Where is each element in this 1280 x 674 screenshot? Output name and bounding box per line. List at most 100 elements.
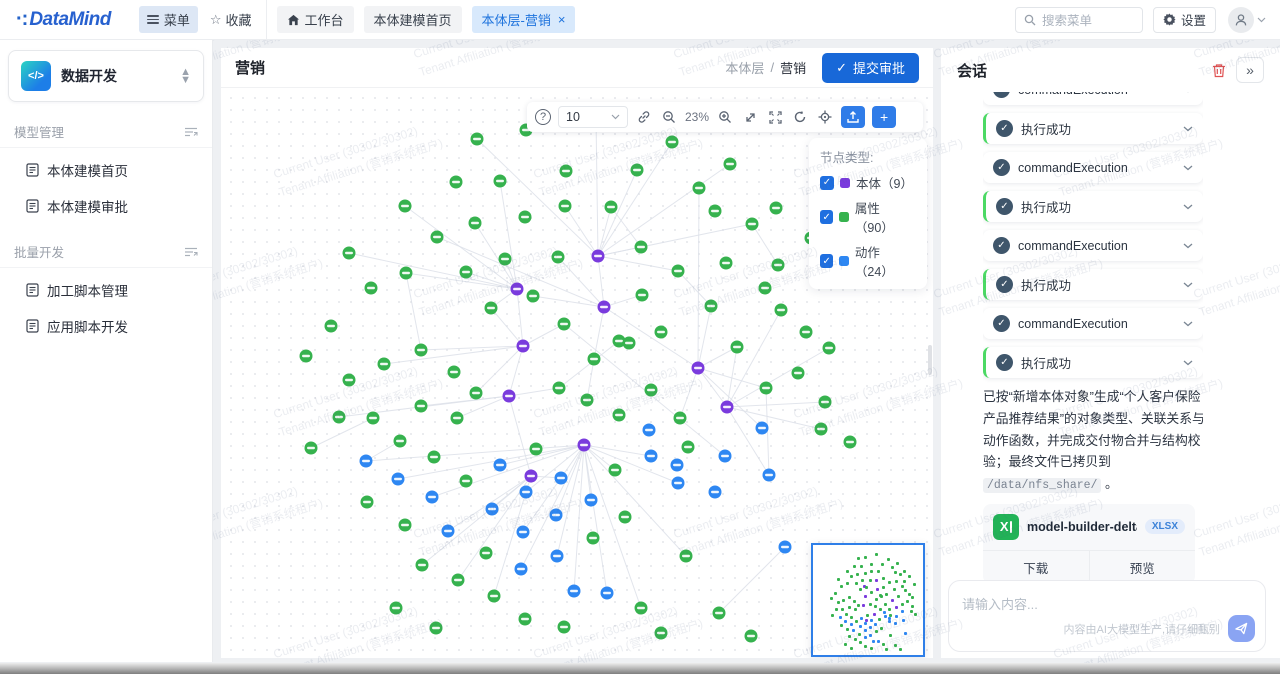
conversation-scroll[interactable]: ✓ commandExecution ✓ 执行成功 ✓ commandExecu…	[983, 92, 1203, 582]
minimap-node-dot	[879, 608, 882, 611]
minimap-node-dot	[848, 635, 851, 638]
chat-step-card[interactable]: ✓ 执行成功	[983, 113, 1203, 144]
minimap-node-dot	[902, 619, 905, 622]
bottom-edge-strip	[0, 663, 1280, 674]
sidebar-item-script-dev[interactable]: 应用脚本开发	[0, 308, 212, 344]
chevron-down-icon[interactable]	[1183, 282, 1193, 288]
minimap-node-dot	[888, 617, 891, 620]
minimap-node-dot	[880, 595, 883, 598]
preview-button[interactable]: 预览	[1090, 551, 1196, 582]
workspace-switcher[interactable]: </> 数据开发 ▲▼	[8, 50, 204, 102]
tab-ontology-marketing[interactable]: 本体层-营销 ×	[472, 6, 576, 33]
minimap-node-dot	[859, 641, 862, 644]
add-node-button[interactable]: +	[872, 106, 896, 128]
tab-workbench[interactable]: 工作台	[277, 6, 354, 33]
minimap-node-dot	[875, 598, 878, 601]
minimap[interactable]	[811, 543, 925, 657]
chat-step-card[interactable]: ✓ commandExecution	[983, 230, 1203, 261]
settings-button[interactable]: 设置	[1153, 7, 1216, 33]
minimap-node-dot	[889, 614, 892, 617]
zoom-in-icon[interactable]	[716, 108, 734, 126]
canvas-scrollbar[interactable]	[928, 345, 932, 375]
check-circle-icon: ✓	[996, 120, 1013, 137]
minimap-node-dot	[870, 647, 873, 650]
collapse-panel-button[interactable]: »	[1236, 57, 1264, 83]
fit-view-icon[interactable]	[741, 108, 759, 126]
minimap-node-dot	[911, 596, 914, 599]
minimap-node-dot	[884, 603, 887, 606]
checkbox-checked[interactable]: ✓	[820, 176, 834, 190]
locate-icon[interactable]	[816, 108, 834, 126]
chevron-down-icon[interactable]	[1183, 126, 1193, 132]
app-logo: ·: DataMind	[16, 8, 111, 31]
sidebar-item-ontology-approval[interactable]: 本体建模审批	[0, 188, 212, 224]
tab-ontology-home[interactable]: 本体建模首页	[364, 6, 462, 33]
document-icon	[26, 319, 39, 333]
zoom-out-icon[interactable]	[660, 108, 678, 126]
minimap-node-dot	[908, 593, 911, 596]
favorites-button[interactable]: ☆ 收藏	[210, 10, 252, 29]
minimap-node-dot	[846, 582, 849, 585]
minimap-node-dot	[913, 583, 916, 586]
send-button[interactable]	[1228, 615, 1255, 642]
minimap-node-dot	[864, 629, 867, 632]
minimap-node-dot	[901, 603, 904, 606]
minimap-node-dot	[872, 640, 875, 643]
menu-button[interactable]: 菜单	[139, 6, 198, 33]
search-icon	[1024, 14, 1036, 26]
node-limit-select[interactable]: 10	[558, 106, 628, 128]
export-button[interactable]	[841, 106, 865, 128]
minimap-node-dot	[901, 585, 904, 588]
link-icon[interactable]	[635, 108, 653, 126]
workspace-name: 数据开发	[61, 66, 170, 86]
chevron-down-icon[interactable]	[1183, 204, 1193, 210]
checkbox-checked[interactable]: ✓	[820, 210, 833, 224]
sidebar-item-ontology-home[interactable]: 本体建模首页	[0, 152, 212, 188]
chevron-down-icon[interactable]	[1183, 92, 1193, 93]
chat-step-card[interactable]: ✓ 执行成功	[983, 269, 1203, 300]
legend-item-attribute[interactable]: ✓ 属性（90）	[820, 198, 916, 236]
legend-item-action[interactable]: ✓ 动作（24）	[820, 242, 916, 280]
minimap-node-dot	[887, 558, 890, 561]
collapse-section-icon[interactable]	[185, 247, 198, 257]
chat-step-card[interactable]: ✓ commandExecution	[983, 308, 1203, 339]
favorites-label: 收藏	[226, 10, 252, 29]
sidebar-item-script-management[interactable]: 加工脚本管理	[0, 272, 212, 308]
close-tab-icon[interactable]: ×	[558, 12, 566, 27]
legend-item-ontology[interactable]: ✓ 本体（9）	[820, 173, 916, 192]
home-icon	[287, 14, 300, 26]
chevron-down-icon[interactable]	[1183, 243, 1193, 249]
collapse-section-icon[interactable]	[185, 127, 198, 137]
chevron-down-icon[interactable]	[1183, 360, 1193, 366]
download-button[interactable]: 下载	[983, 551, 1090, 582]
minimap-node-dot	[859, 588, 862, 591]
chat-input[interactable]: 请输入内容... 内容由AI大模型生产,请仔细甄别	[948, 580, 1266, 652]
submit-approval-button[interactable]: ✓ 提交审批	[822, 53, 919, 83]
check-icon: ✓	[836, 60, 847, 76]
chat-step-card[interactable]: ✓ 执行成功	[983, 347, 1203, 378]
chat-step-card[interactable]: ✓ commandExecution	[983, 152, 1203, 183]
chevron-down-icon[interactable]	[1183, 321, 1193, 327]
minimap-node-dot	[895, 580, 898, 583]
logo-icon: ·:	[16, 8, 27, 31]
minimap-node-dot	[856, 573, 859, 576]
chat-step-card[interactable]: ✓ 执行成功	[983, 191, 1203, 222]
minimap-node-dot	[904, 589, 907, 592]
file-attachment-card[interactable]: X model-builder-delta_ab... XLSX 下载 预览	[983, 504, 1195, 582]
trash-icon[interactable]	[1212, 63, 1226, 78]
refresh-icon[interactable]	[791, 108, 809, 126]
user-menu[interactable]	[1228, 7, 1266, 33]
chat-step-card[interactable]: ✓ commandExecution	[983, 92, 1203, 105]
minimap-node-dot	[854, 608, 857, 611]
help-icon[interactable]: ?	[535, 109, 551, 125]
graph-canvas[interactable]: ? 10 23%	[221, 88, 933, 658]
fullscreen-icon[interactable]	[766, 108, 784, 126]
minimap-node-dot	[899, 573, 902, 576]
search-input[interactable]: 搜索菜单	[1015, 7, 1143, 33]
checkbox-checked[interactable]: ✓	[820, 254, 833, 268]
minimap-node-dot	[862, 604, 865, 607]
minimap-node-dot	[894, 622, 897, 625]
chevron-down-icon[interactable]	[1183, 165, 1193, 171]
minimap-node-dot	[888, 620, 891, 623]
file-name: model-builder-delta_ab...	[1027, 520, 1137, 534]
